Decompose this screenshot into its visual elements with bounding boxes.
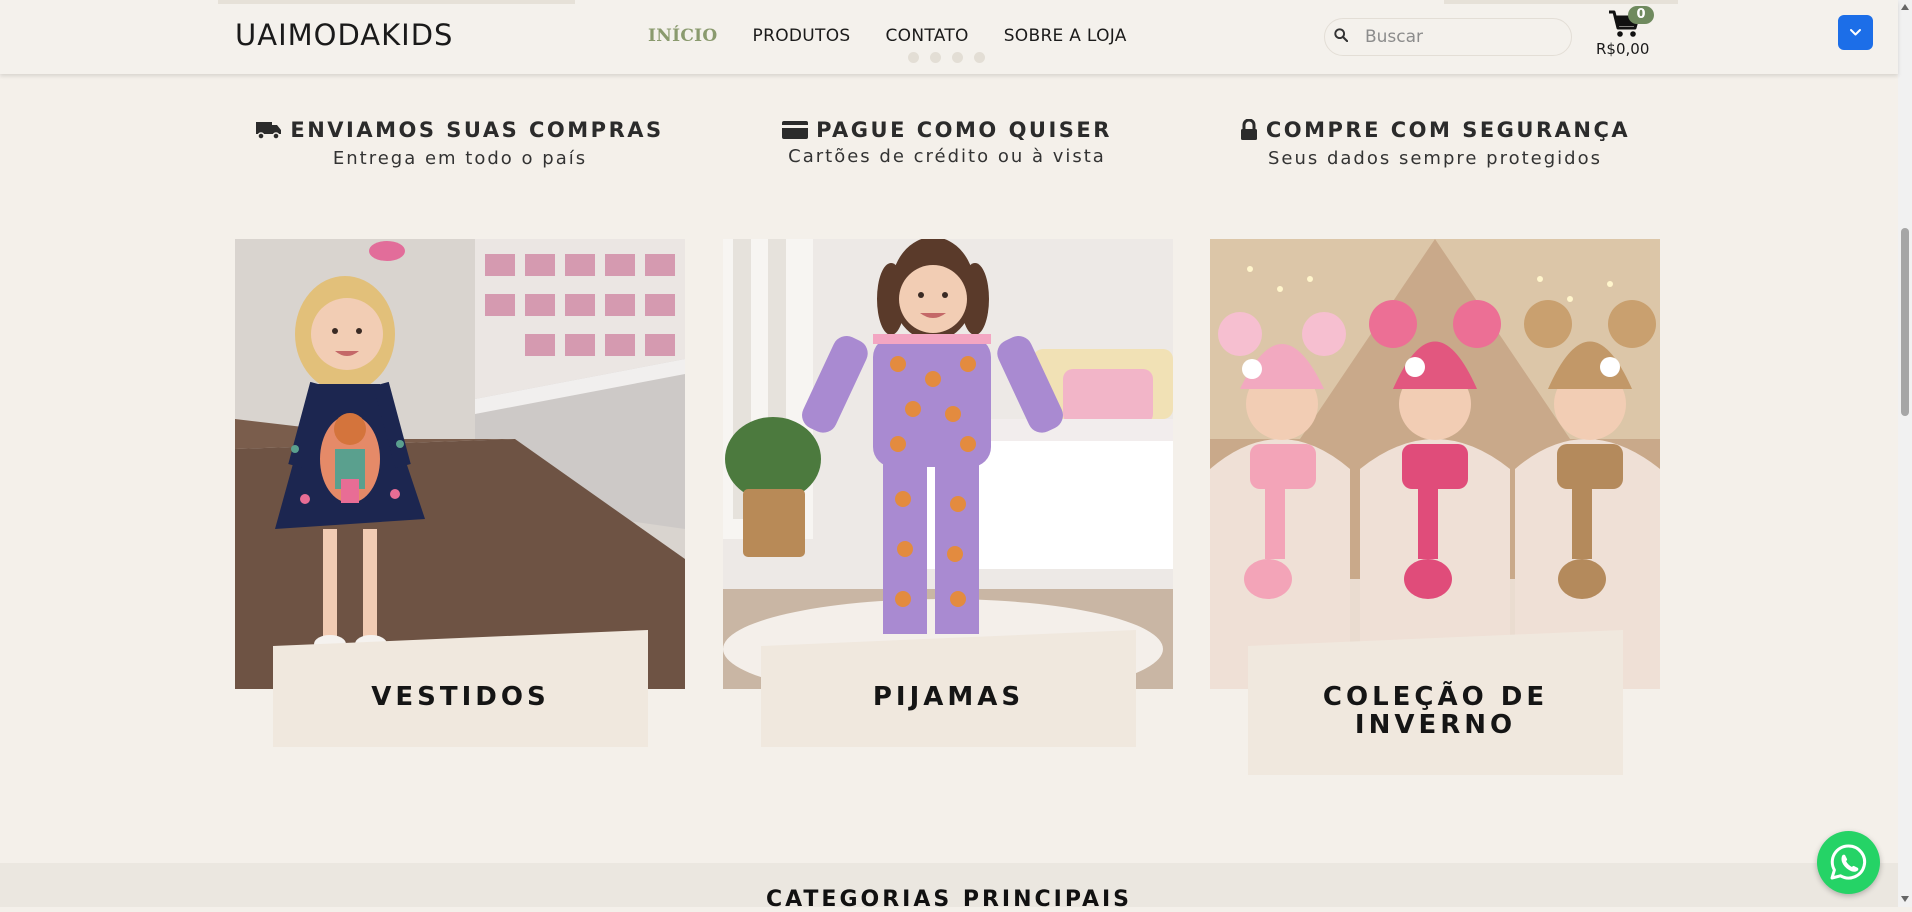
category-card-vestidos[interactable]: VESTIDOS bbox=[235, 239, 685, 747]
feature-subtitle: Seus dados sempre protegidos bbox=[1267, 148, 1603, 169]
category-card-colecao-de-inverno[interactable]: COLEÇÃO DE INVERNO bbox=[1210, 239, 1660, 775]
store-logo[interactable]: UAIMODAKIDS bbox=[235, 18, 453, 52]
scroll-up-arrow-icon[interactable] bbox=[1901, 4, 1909, 10]
section-title: CATEGORIAS PRINCIPAIS bbox=[765, 887, 1133, 912]
slider-edge bbox=[218, 0, 575, 4]
lock-icon bbox=[1240, 119, 1257, 140]
category-label: PIJAMAS bbox=[872, 681, 1025, 712]
girl-in-purple-pajamas-photo[interactable] bbox=[723, 239, 1173, 689]
whatsapp-icon bbox=[1830, 844, 1867, 880]
cart-total: R$0,00 bbox=[1596, 40, 1650, 58]
nav-inicio[interactable]: INÍCIO bbox=[648, 26, 718, 46]
feature-subtitle: Cartões de crédito ou à vista bbox=[788, 146, 1106, 167]
slider-dots bbox=[908, 52, 985, 63]
girl-in-navy-dress-photo[interactable] bbox=[235, 239, 685, 689]
feature-security: COMPRE COM SEGURANÇA Seus dados sempre p… bbox=[1225, 118, 1645, 169]
category-label: COLEÇÃO DE INVERNO bbox=[1322, 681, 1549, 740]
cart-button[interactable]: 0 R$0,00 bbox=[1596, 6, 1656, 60]
nav-sobre-a-loja[interactable]: SOBRE A LOJA bbox=[1004, 26, 1127, 46]
chevron-down-icon bbox=[1850, 29, 1861, 36]
category-label-box[interactable]: PIJAMAS bbox=[761, 630, 1136, 747]
whatsapp-button[interactable] bbox=[1817, 831, 1880, 894]
search-icon[interactable] bbox=[1334, 28, 1348, 42]
feature-title: ENVIAMOS SUAS COMPRAS bbox=[290, 118, 664, 142]
credit-card-icon bbox=[782, 121, 809, 139]
category-label-box[interactable]: COLEÇÃO DE INVERNO bbox=[1248, 630, 1623, 775]
three-girls-winter-hats-photo[interactable] bbox=[1210, 239, 1660, 689]
categories-section: CATEGORIAS PRINCIPAIS bbox=[0, 863, 1898, 912]
category-label: VESTIDOS bbox=[371, 681, 550, 712]
nav-contato[interactable]: CONTATO bbox=[885, 26, 968, 46]
slider-dot[interactable] bbox=[930, 52, 941, 63]
slider-dot[interactable] bbox=[952, 52, 963, 63]
main-nav: INÍCIO PRODUTOS CONTATO SOBRE A LOJA bbox=[648, 26, 1162, 46]
scrollbar-thumb[interactable] bbox=[1901, 228, 1909, 416]
feature-subtitle: Entrega em todo o país bbox=[332, 148, 588, 169]
truck-icon bbox=[256, 122, 282, 140]
slider-dot[interactable] bbox=[908, 52, 919, 63]
category-card-pijamas[interactable]: PIJAMAS bbox=[723, 239, 1173, 747]
slider-dot[interactable] bbox=[974, 52, 985, 63]
feature-title: COMPRE COM SEGURANÇA bbox=[1265, 118, 1631, 142]
slider-edge bbox=[1444, 0, 1678, 4]
search-input[interactable] bbox=[1363, 25, 1557, 49]
dropdown-toggle-button[interactable] bbox=[1838, 15, 1873, 50]
category-label-box[interactable]: VESTIDOS bbox=[273, 630, 648, 747]
scroll-down-arrow-icon[interactable] bbox=[1901, 896, 1909, 902]
page-scrollbar[interactable] bbox=[1898, 0, 1912, 907]
feature-title: PAGUE COMO QUISER bbox=[816, 118, 1112, 142]
feature-payment: PAGUE COMO QUISER Cartões de crédito ou … bbox=[737, 118, 1157, 167]
site-header: UAIMODAKIDS INÍCIO PRODUTOS CONTATO SOBR… bbox=[0, 0, 1898, 74]
search-box bbox=[1324, 18, 1572, 56]
nav-produtos[interactable]: PRODUTOS bbox=[753, 26, 851, 46]
cart-count-badge: 0 bbox=[1628, 6, 1654, 24]
feature-shipping: ENVIAMOS SUAS COMPRAS Entrega em todo o … bbox=[250, 118, 670, 169]
